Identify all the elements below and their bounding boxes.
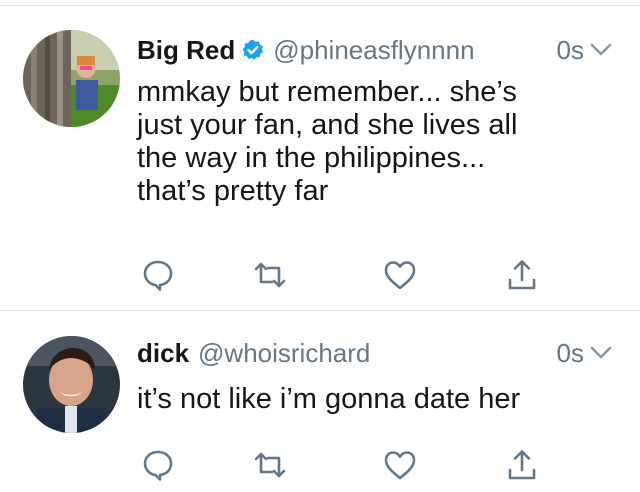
display-name[interactable]: Big Red <box>137 35 235 66</box>
tweet[interactable]: dick @whoisrichard 0s it’s not like i’m … <box>0 311 640 492</box>
reply-icon <box>143 450 173 481</box>
avatar[interactable] <box>23 336 120 433</box>
share-button[interactable] <box>502 255 542 295</box>
tweet-header: Big Red @phineasflynnnn 0s <box>137 32 612 68</box>
chevron-down-icon[interactable] <box>590 43 612 57</box>
timestamp[interactable]: 0s <box>557 338 584 369</box>
tweet-text: mmkay but remember... she’s just your fa… <box>137 76 518 207</box>
retweet-button[interactable] <box>250 255 290 295</box>
chevron-down-icon[interactable] <box>590 346 612 360</box>
share-icon <box>508 450 536 480</box>
avatar[interactable] <box>23 30 120 127</box>
tweet-text: it’s not like i’m gonna date her <box>137 383 521 415</box>
like-button[interactable] <box>380 445 420 485</box>
retweet-icon <box>254 452 286 478</box>
reply-button[interactable] <box>138 445 178 485</box>
user-handle[interactable]: @phineasflynnnn <box>273 35 474 66</box>
retweet-button[interactable] <box>250 445 290 485</box>
retweet-icon <box>254 262 286 288</box>
tweet[interactable]: Big Red @phineasflynnnn 0s mmkay but rem… <box>0 6 640 310</box>
tweet-actions <box>0 255 640 295</box>
display-name[interactable]: dick <box>137 338 189 369</box>
like-button[interactable] <box>380 255 420 295</box>
user-handle[interactable]: @whoisrichard <box>198 338 370 369</box>
tweet-header: dick @whoisrichard 0s <box>137 335 612 371</box>
timestamp[interactable]: 0s <box>557 35 584 66</box>
like-icon <box>384 261 416 290</box>
like-icon <box>384 451 416 480</box>
share-icon <box>508 260 536 290</box>
reply-button[interactable] <box>138 255 178 295</box>
share-button[interactable] <box>502 445 542 485</box>
reply-icon <box>143 260 173 291</box>
tweet-actions <box>0 445 640 485</box>
verified-badge-icon <box>242 39 264 60</box>
